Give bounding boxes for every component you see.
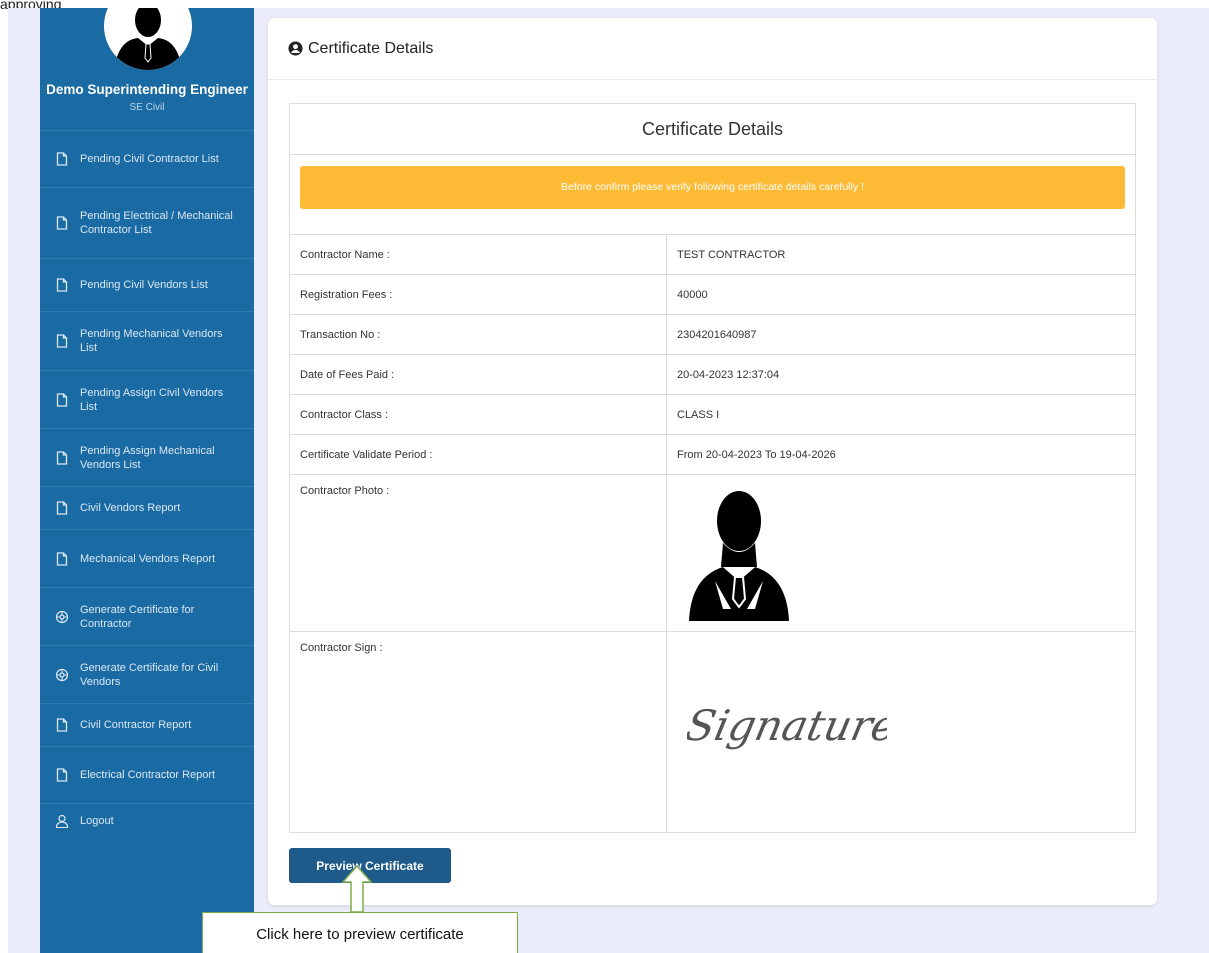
sidebar-item-generate-certificate-contractor[interactable]: Generate Certificate for Contractor [40, 587, 254, 645]
sidebar-item-label: Pending Electrical / Mechanical Contract… [80, 210, 233, 236]
row-label: Transaction No : [290, 315, 667, 354]
file-icon [54, 500, 70, 516]
row-label: Contractor Name : [290, 235, 667, 274]
sign-label: Contractor Sign : [290, 632, 667, 832]
sidebar-item-label: Pending Civil Vendors List [80, 279, 208, 291]
signature-text: Signature [687, 702, 887, 750]
sidebar-item-electrical-contractor-report[interactable]: Electrical Contractor Report [40, 746, 254, 803]
contractor-photo-icon [689, 491, 789, 621]
file-icon [54, 392, 70, 408]
file-icon [54, 333, 70, 349]
file-icon [54, 551, 70, 567]
file-icon [54, 215, 70, 231]
file-icon [54, 767, 70, 783]
row-value: 40000 [677, 288, 708, 301]
card-header: Certificate Details [268, 18, 1157, 80]
sidebar-item-logout[interactable]: Logout [40, 803, 254, 837]
table-row: Contractor Class : CLASS I [290, 395, 1135, 435]
table-row: Contractor Name : TEST CONTRACTOR [290, 235, 1135, 275]
sidebar-item-label: Pending Mechanical Vendors List [80, 328, 223, 354]
sidebar-item-civil-vendors-report[interactable]: Civil Vendors Report [40, 486, 254, 529]
row-value: CLASS I [677, 408, 720, 421]
sidebar-item-label: Generate Certificate for Civil Vendors [80, 661, 219, 688]
table-row: Transaction No : 2304201640987 [290, 315, 1135, 355]
table-row-photo: Contractor Photo : [290, 475, 1135, 632]
sidebar-item-generate-certificate-civil-vendors[interactable]: Generate Certificate for Civil Vendors [40, 645, 254, 703]
file-icon [54, 151, 70, 167]
row-value: 20-04-2023 12:37:04 [677, 368, 780, 381]
certificate-details-table: Certificate Details Before confirm pleas… [289, 103, 1136, 833]
sidebar-item-label: Generate Certificate for Contractor [80, 603, 195, 630]
sidebar-item-label: Pending Civil Contractor List [80, 153, 219, 165]
sidebar-item-label: Pending Assign Mechanical Vendors List [80, 444, 215, 471]
sidebar-item-civil-contractor-report[interactable]: Civil Contractor Report [40, 703, 254, 746]
row-value: 2304201640987 [677, 328, 757, 341]
gear-icon [54, 609, 70, 625]
details-rows: Contractor Name : TEST CONTRACTOR Regist… [290, 234, 1135, 833]
user-circle-icon [288, 41, 303, 56]
sidebar-item-label: Civil Vendors Report [80, 502, 181, 514]
callout-arrow-icon [341, 864, 373, 913]
sidebar-item-mechanical-vendors-report[interactable]: Mechanical Vendors Report [40, 529, 254, 587]
logout-label: Logout [80, 814, 114, 827]
sidebar-item-pending-mechanical-vendors-list[interactable]: Pending Mechanical Vendors List [40, 311, 254, 370]
row-label: Certificate Validate Period : [290, 435, 667, 474]
sidebar-menu: Pending Civil Contractor List Pending El… [40, 130, 254, 837]
file-icon [54, 717, 70, 733]
file-icon [54, 277, 70, 293]
sign-cell: Signature [667, 632, 1135, 832]
card-title: Certificate Details [308, 39, 434, 57]
row-label: Date of Fees Paid : [290, 355, 667, 394]
photo-cell [667, 475, 1135, 631]
photo-label: Contractor Photo : [290, 475, 667, 631]
sidebar-item-label: Mechanical Vendors Report [80, 552, 216, 565]
table-row-sign: Contractor Sign : Signature [290, 632, 1135, 833]
sidebar-item-label: Civil Contractor Report [80, 719, 192, 731]
sidebar-item-pending-assign-mechanical-vendors-list[interactable]: Pending Assign Mechanical Vendors List [40, 428, 254, 486]
row-label: Contractor Class : [290, 395, 667, 434]
sidebar: Demo Superintending Engineer SE Civil Pe… [40, 8, 254, 953]
sidebar-item-pending-civil-vendors-list[interactable]: Pending Civil Vendors List [40, 258, 254, 311]
details-title: Certificate Details [290, 104, 1135, 155]
sidebar-item-pending-assign-civil-vendors-list[interactable]: Pending Assign Civil Vendors List [40, 370, 254, 428]
sidebar-item-label: Pending Assign Civil Vendors List [80, 386, 224, 413]
table-row: Certificate Validate Period : From 20-04… [290, 435, 1135, 475]
sidebar-item-pending-civil-contractor-list[interactable]: Pending Civil Contractor List [40, 130, 254, 187]
logout-user-icon [54, 813, 70, 829]
avatar-circle [104, 8, 192, 70]
sidebar-item-label: Electrical Contractor Report [80, 769, 216, 781]
row-value: TEST CONTRACTOR [677, 248, 786, 261]
sidebar-item-pending-electrical-mechanical-contractor-list[interactable]: Pending Electrical / Mechanical Contract… [40, 187, 254, 258]
user-role: SE Civil [129, 102, 165, 113]
table-row: Registration Fees : 40000 [290, 275, 1135, 315]
avatar [104, 8, 192, 70]
file-icon [54, 450, 70, 466]
user-name: Demo Superintending Engineer [46, 82, 248, 97]
table-row: Date of Fees Paid : 20-04-2023 12:37:04 [290, 355, 1135, 395]
row-value: From 20-04-2023 To 19-04-2026 [677, 448, 836, 461]
callout-box: Click here to preview certificate [202, 912, 518, 953]
certificate-card: Certificate Details Certificate Details … [268, 18, 1157, 905]
verify-alert: Before confirm please verify following c… [300, 166, 1125, 209]
row-label: Registration Fees : [290, 275, 667, 314]
contractor-signature: Signature [687, 702, 887, 750]
gear-icon [54, 667, 70, 683]
user-avatar-icon [114, 8, 182, 70]
